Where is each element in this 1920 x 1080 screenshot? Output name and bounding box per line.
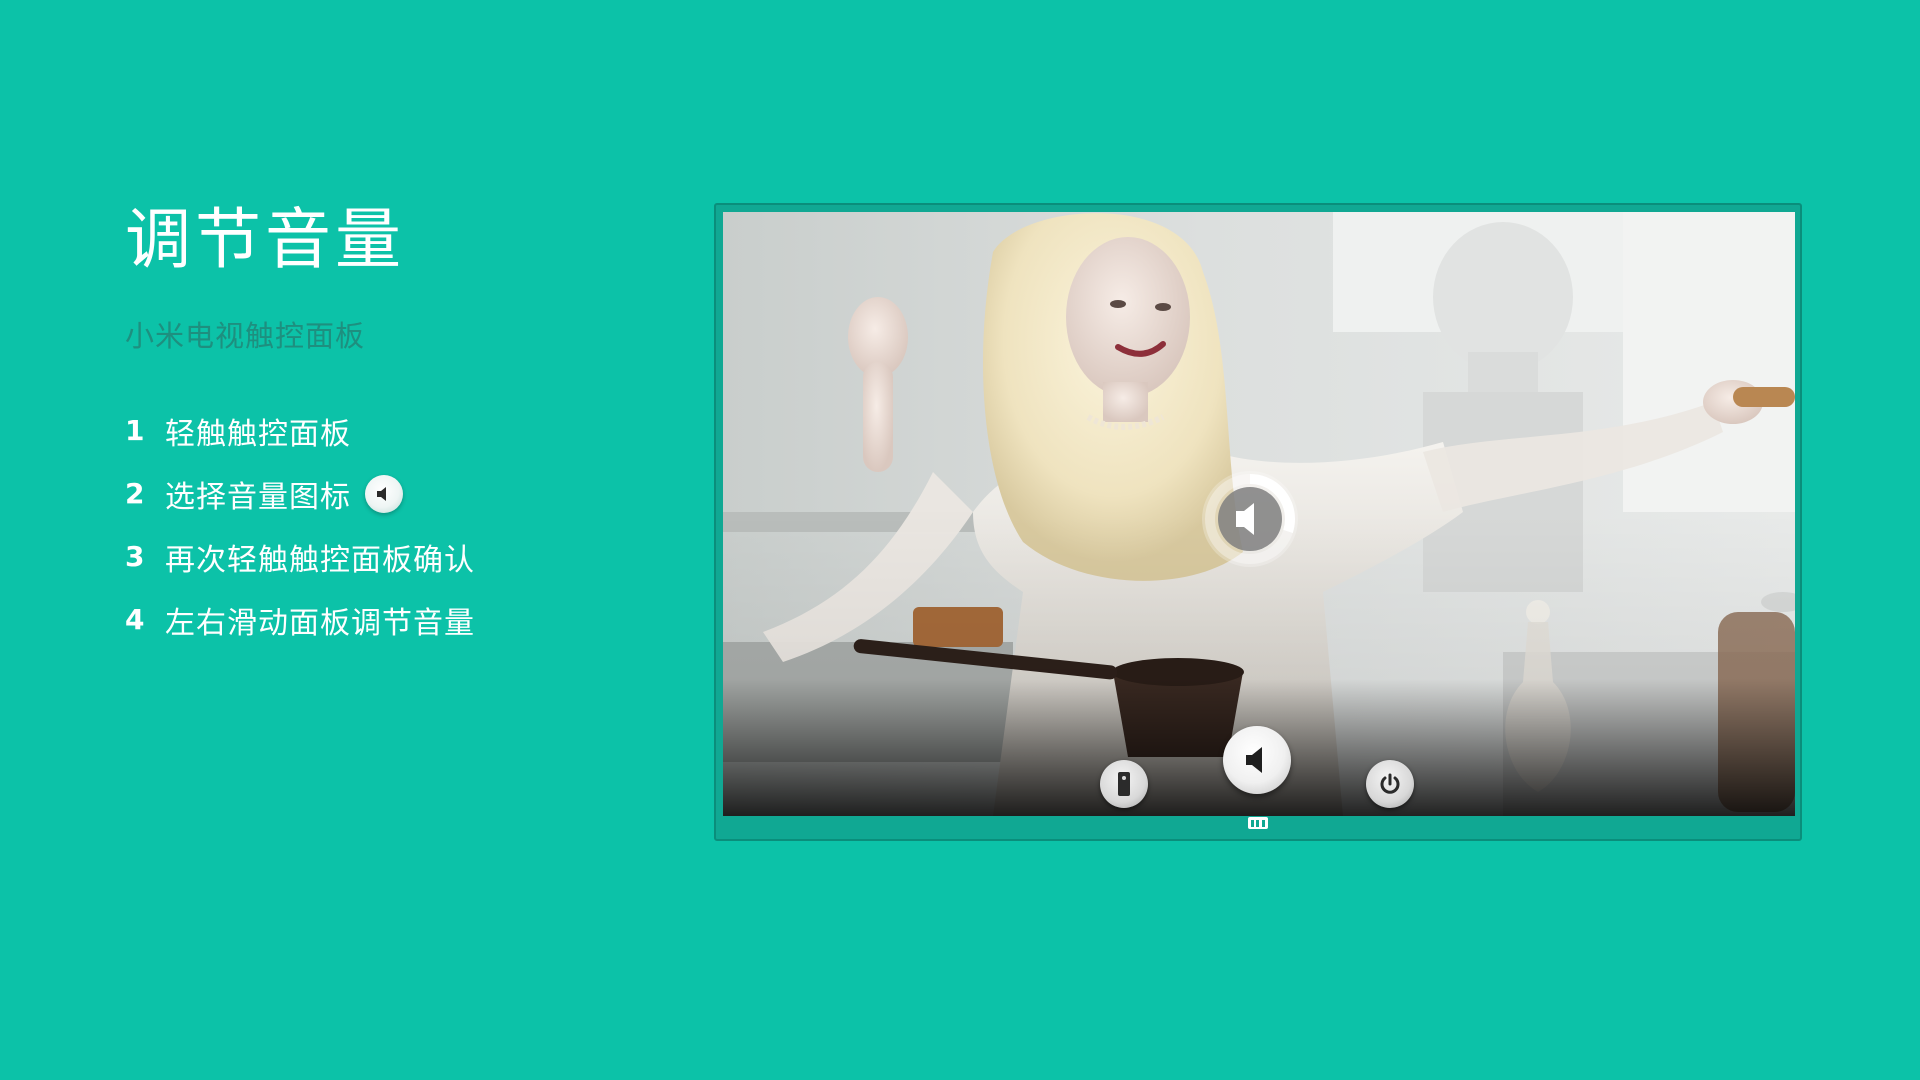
step-number: 3 bbox=[125, 540, 145, 573]
power-icon bbox=[1380, 773, 1400, 794]
tv-frame bbox=[714, 203, 1802, 841]
power-button[interactable] bbox=[1366, 760, 1414, 808]
volume-icon bbox=[1246, 747, 1262, 773]
mi-logo bbox=[716, 817, 1800, 835]
tv-screen bbox=[723, 212, 1795, 816]
volume-button[interactable] bbox=[1223, 726, 1291, 794]
volume-level-indicator bbox=[1202, 471, 1298, 567]
step-item: 3 再次轻触触控面板确认 bbox=[125, 525, 685, 588]
remote-icon bbox=[1118, 772, 1130, 796]
step-number: 1 bbox=[125, 414, 145, 447]
page-title: 调节音量 bbox=[125, 201, 405, 278]
remote-button[interactable] bbox=[1100, 760, 1148, 808]
step-number: 4 bbox=[125, 603, 145, 636]
steps-list: 1 轻触触控面板 2 选择音量图标 3 再次轻触触控面板确认 4 左右滑动面板调… bbox=[125, 399, 685, 651]
volume-icon bbox=[365, 474, 403, 513]
step-text: 选择音量图标 bbox=[165, 479, 351, 515]
page-subtitle: 小米电视触控面板 bbox=[125, 319, 366, 353]
tutorial-slide: 调节音量 小米电视触控面板 1 轻触触控面板 2 选择音量图标 3 再次轻触触控… bbox=[0, 0, 1920, 1080]
step-text: 再次轻触触控面板确认 bbox=[165, 542, 475, 578]
step-item: 2 选择音量图标 bbox=[125, 462, 685, 525]
step-text: 轻触触控面板 bbox=[165, 416, 351, 452]
step-item: 4 左右滑动面板调节音量 bbox=[125, 588, 685, 651]
step-item: 1 轻触触控面板 bbox=[125, 399, 685, 462]
step-number: 2 bbox=[125, 477, 145, 510]
step-text: 左右滑动面板调节音量 bbox=[165, 605, 475, 641]
instructions-panel: 调节音量 小米电视触控面板 1 轻触触控面板 2 选择音量图标 3 再次轻触触控… bbox=[125, 195, 685, 651]
